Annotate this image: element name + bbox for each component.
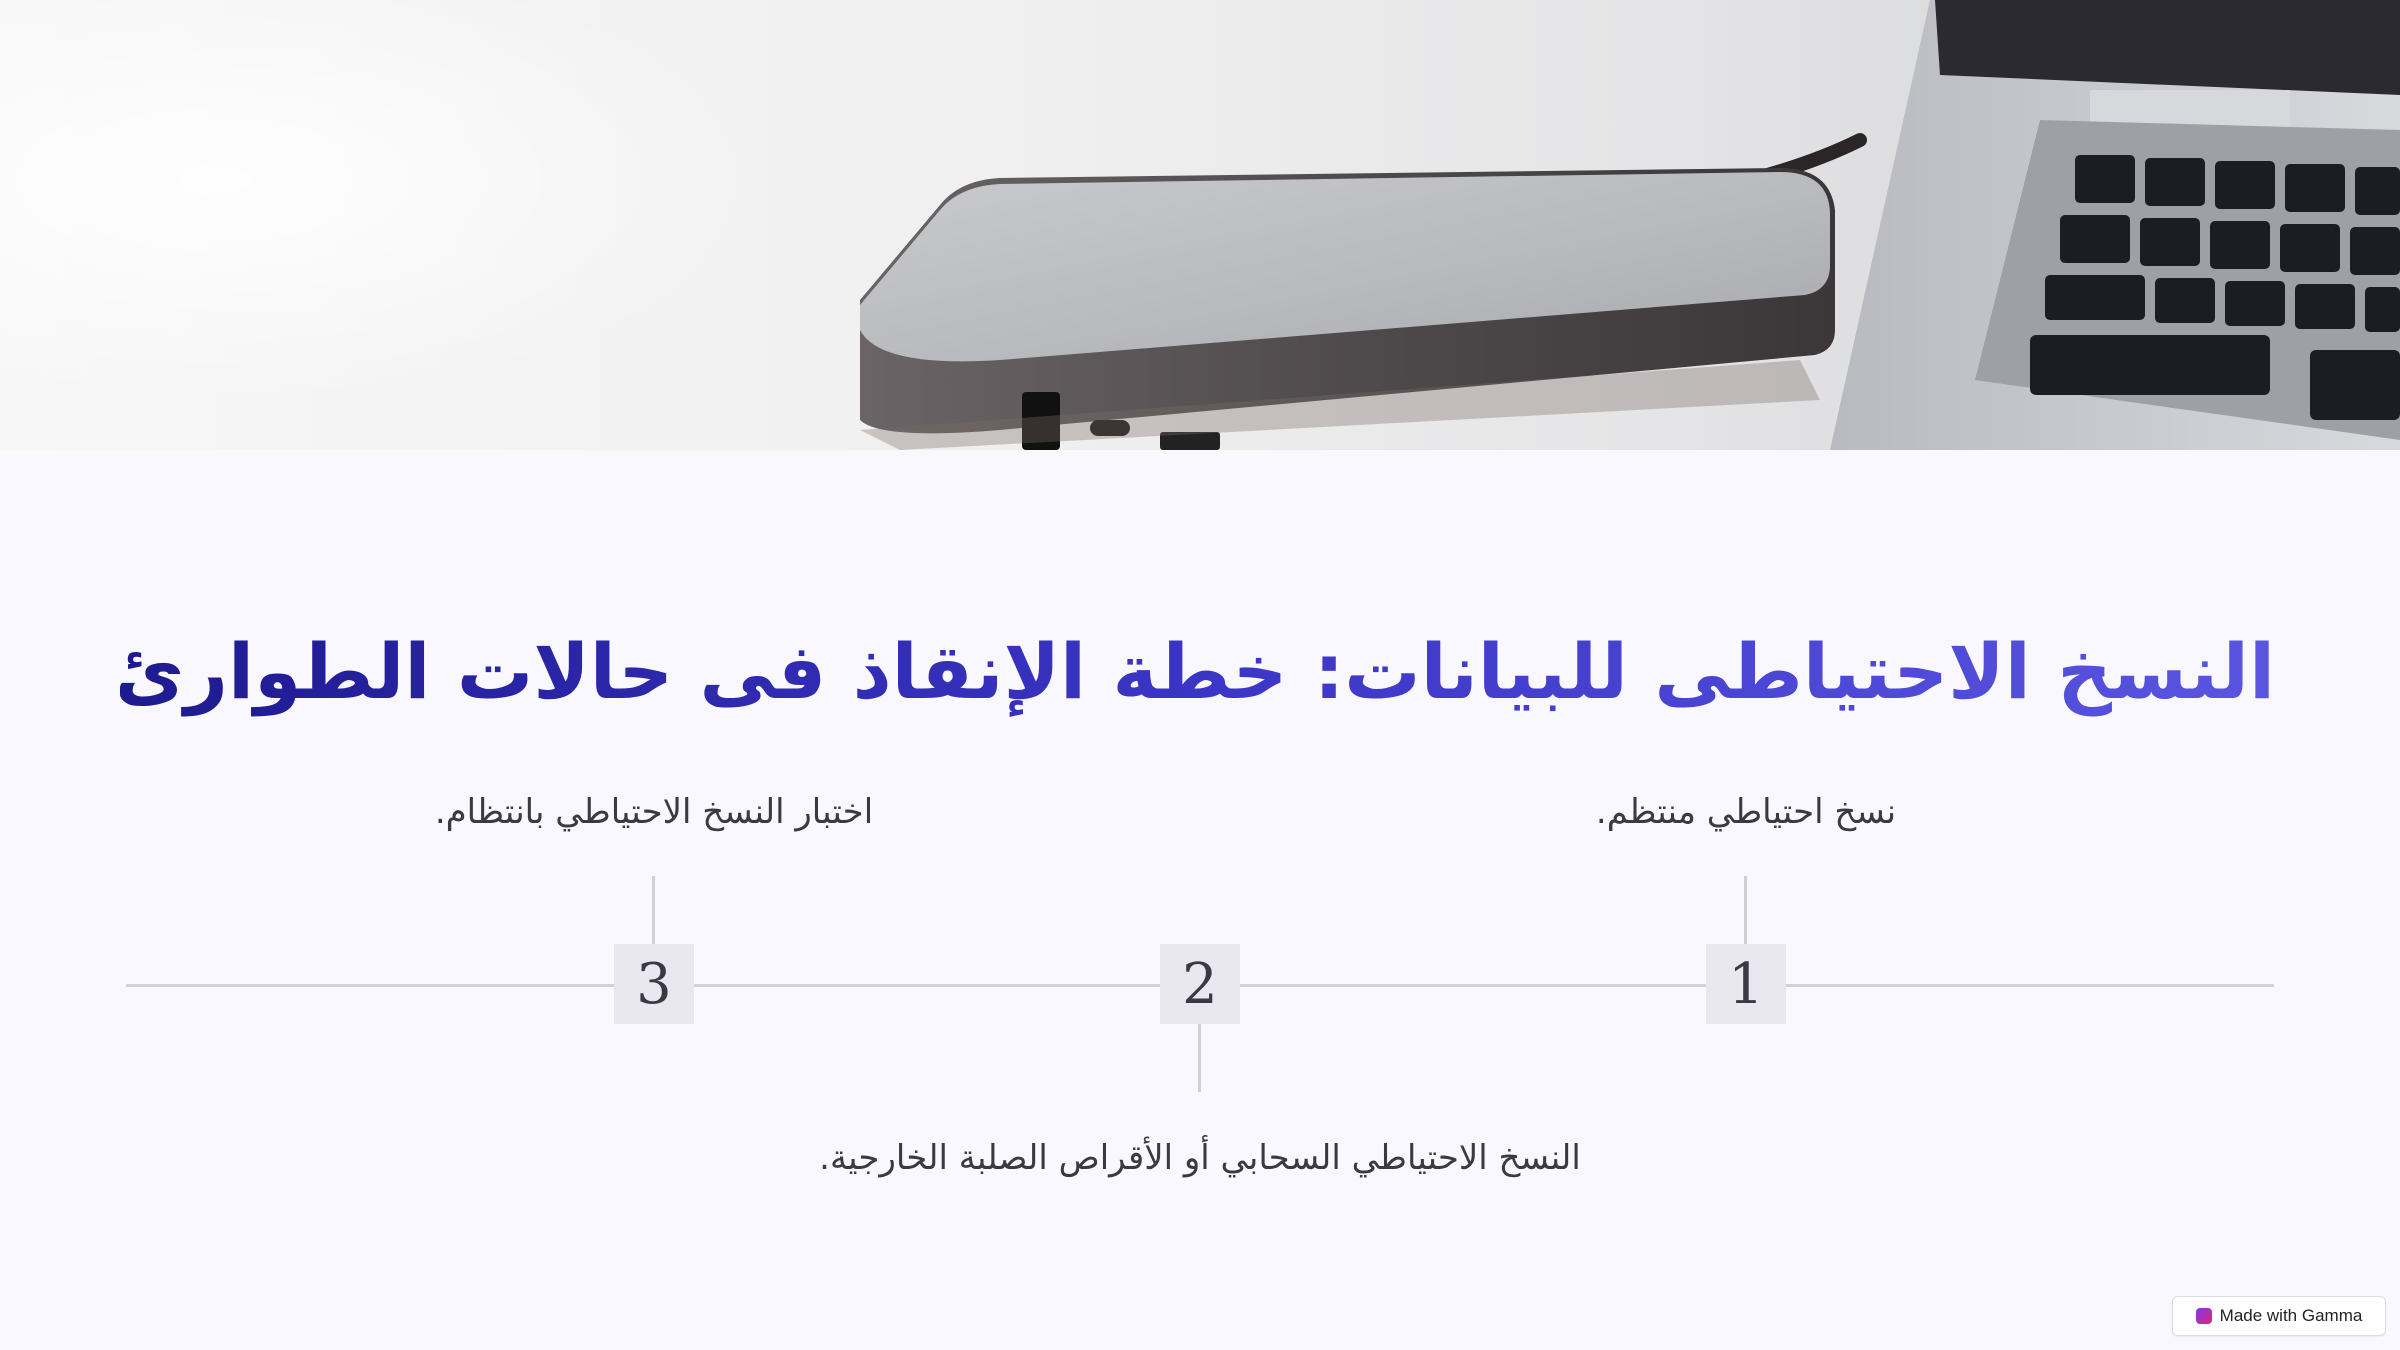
page-title: النسخ الاحتياطى للبيانات: خطة الإنقاذ فى… [115,612,2275,732]
timeline-step-2-connector [1198,1024,1201,1092]
made-with-gamma-badge[interactable]: Made with Gamma [2172,1296,2386,1336]
made-with-gamma-label: Made with Gamma [2219,1306,2363,1325]
timeline-step-1-connector [1744,876,1747,944]
timeline-step-1-text: نسخ احتياطي منتظم. [1595,792,1897,832]
timeline-step-3-number: 3 [614,944,694,1024]
timeline-step-2-number: 2 [1160,944,1240,1024]
timeline-step-3-connector [652,876,655,944]
timeline-step-3-text: اختبار النسخ الاحتياطي بانتظام. [434,792,874,832]
gamma-logo-icon [2195,1308,2212,1324]
timeline-step-2-text: النسخ الاحتياطي السحابي أو الأقراص الصلب… [819,1138,1581,1178]
hero-image [0,0,2400,450]
timeline-step-1-number: 1 [1706,944,1786,1024]
